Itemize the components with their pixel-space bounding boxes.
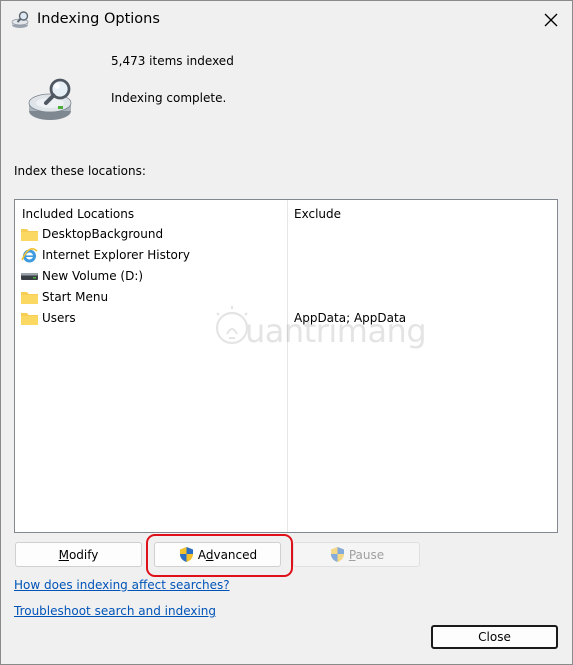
items-indexed-count: 5,473 items indexed [111, 54, 234, 68]
list-item[interactable]: Internet Explorer History [15, 246, 557, 267]
folder-icon [21, 292, 38, 304]
indexing-affects-searches-link[interactable]: How does indexing affect searches? [14, 578, 230, 592]
modify-label: Modify [58, 547, 99, 562]
close-icon [544, 13, 558, 27]
folder-icon [21, 313, 38, 325]
modify-button[interactable]: Modify [15, 542, 142, 567]
watermark: uantrimang [215, 306, 445, 362]
uac-shield-icon [330, 547, 344, 562]
watermark-text: uantrimang [245, 312, 427, 350]
location-name: Users [42, 311, 76, 325]
close-button[interactable]: Close [431, 625, 558, 649]
indexing-options-window: Indexing Options 5,473 items indexed Ind… [0, 0, 573, 665]
location-name: Start Menu [42, 290, 109, 304]
highlight-annotation [146, 534, 293, 577]
title-bar[interactable]: Indexing Options [1, 1, 572, 39]
location-name: DesktopBackground [42, 227, 164, 241]
troubleshoot-search-link[interactable]: Troubleshoot search and indexing [14, 604, 216, 618]
drive-icon [21, 273, 38, 280]
index-locations-list[interactable]: Included Locations Exclude DesktopBackgr… [14, 199, 558, 533]
index-locations-label: Index these locations: [14, 164, 146, 178]
close-window-button[interactable] [533, 5, 569, 35]
list-item[interactable]: DesktopBackground [15, 225, 557, 246]
pause-label: Pause [348, 547, 385, 562]
indexing-status: Indexing complete. [111, 91, 227, 105]
window-title: Indexing Options [37, 11, 160, 27]
column-header-exclude[interactable]: Exclude [294, 207, 341, 221]
location-name: Internet Explorer History [42, 248, 190, 262]
folder-icon [21, 229, 38, 241]
list-item[interactable]: New Volume (D:) [15, 267, 557, 288]
internet-explorer-icon [21, 248, 38, 263]
lightbulb-icon [215, 306, 249, 345]
pause-button[interactable]: Pause [293, 542, 420, 567]
location-name: New Volume (D:) [42, 269, 144, 283]
indexing-drive-icon [28, 78, 72, 120]
column-header-included[interactable]: Included Locations [22, 207, 134, 221]
indexing-options-icon [11, 11, 29, 28]
